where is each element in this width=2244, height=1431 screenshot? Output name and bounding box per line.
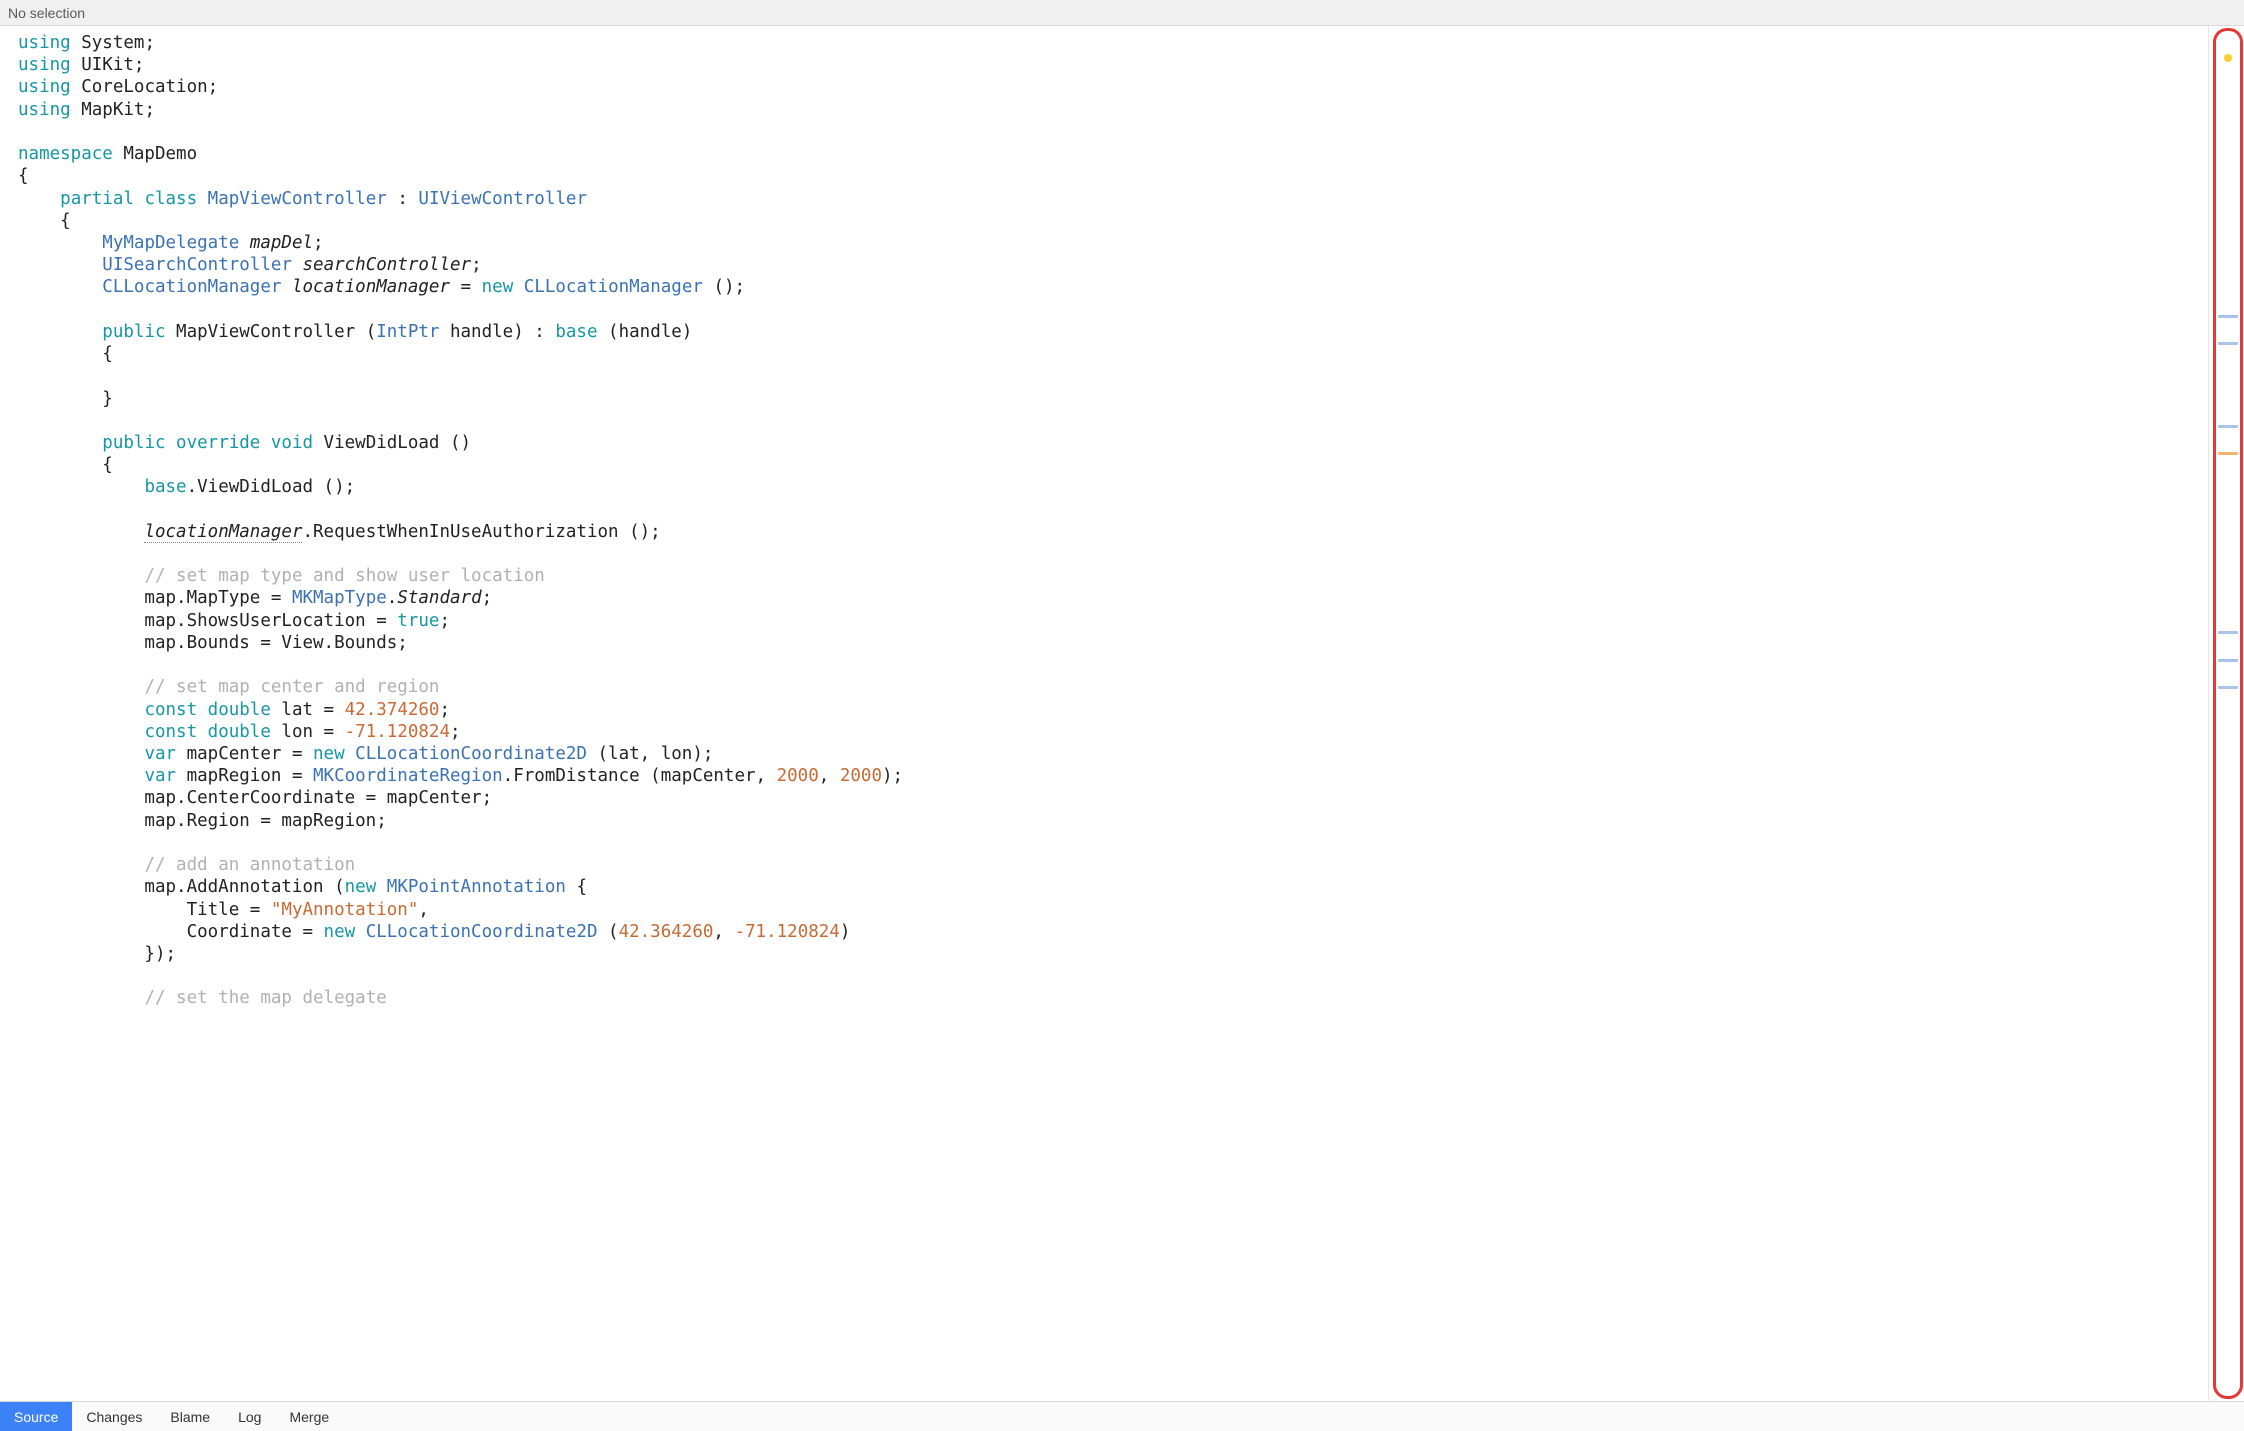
- bottom-tab-bar: SourceChangesBlameLogMerge: [0, 1401, 2244, 1431]
- code-line[interactable]: MyMapDelegate mapDel;: [18, 232, 2208, 254]
- code-line[interactable]: using UIKit;: [18, 54, 2208, 76]
- code-editor[interactable]: using System;using UIKit;using CoreLocat…: [0, 26, 2208, 1401]
- code-line[interactable]: using System;: [18, 32, 2208, 54]
- code-line[interactable]: map.MapType = MKMapType.Standard;: [18, 587, 2208, 609]
- code-line[interactable]: // set map type and show user location: [18, 565, 2208, 587]
- minimap-marker[interactable]: [2218, 686, 2238, 689]
- code-line[interactable]: [18, 410, 2208, 432]
- minimap-marker[interactable]: [2218, 659, 2238, 662]
- minimap-marker[interactable]: [2218, 315, 2238, 318]
- code-line[interactable]: [18, 299, 2208, 321]
- code-line[interactable]: [18, 365, 2208, 387]
- code-line[interactable]: {: [18, 454, 2208, 476]
- code-line[interactable]: var mapCenter = new CLLocationCoordinate…: [18, 743, 2208, 765]
- main-area: using System;using UIKit;using CoreLocat…: [0, 26, 2244, 1401]
- code-line[interactable]: const double lat = 42.374260;: [18, 699, 2208, 721]
- code-line[interactable]: }: [18, 388, 2208, 410]
- scroll-minimap[interactable]: [2208, 26, 2244, 1401]
- minimap-marker[interactable]: [2218, 425, 2238, 428]
- code-line[interactable]: Title = "MyAnnotation",: [18, 899, 2208, 921]
- red-highlight-annotation: [2213, 28, 2243, 1399]
- code-line[interactable]: [18, 654, 2208, 676]
- code-line[interactable]: [18, 499, 2208, 521]
- minimap-marker[interactable]: [2224, 54, 2232, 62]
- code-line[interactable]: [18, 965, 2208, 987]
- minimap-marker[interactable]: [2218, 631, 2238, 634]
- code-line[interactable]: Coordinate = new CLLocationCoordinate2D …: [18, 921, 2208, 943]
- code-line[interactable]: {: [18, 343, 2208, 365]
- code-line[interactable]: map.CenterCoordinate = mapCenter;: [18, 787, 2208, 809]
- code-line[interactable]: [18, 121, 2208, 143]
- code-line[interactable]: map.ShowsUserLocation = true;: [18, 610, 2208, 632]
- breadcrumb-bar[interactable]: No selection: [0, 0, 2244, 26]
- tab-source[interactable]: Source: [0, 1402, 72, 1431]
- tab-changes[interactable]: Changes: [72, 1402, 156, 1431]
- code-line[interactable]: // set the map delegate: [18, 987, 2208, 1009]
- code-line[interactable]: using CoreLocation;: [18, 76, 2208, 98]
- code-line[interactable]: locationManager.RequestWhenInUseAuthoriz…: [18, 521, 2208, 543]
- tab-merge[interactable]: Merge: [275, 1402, 343, 1431]
- code-line[interactable]: });: [18, 943, 2208, 965]
- breadcrumb-text: No selection: [8, 5, 85, 21]
- code-line[interactable]: map.Region = mapRegion;: [18, 810, 2208, 832]
- code-line[interactable]: {: [18, 165, 2208, 187]
- code-line[interactable]: CLLocationManager locationManager = new …: [18, 276, 2208, 298]
- code-line[interactable]: UISearchController searchController;: [18, 254, 2208, 276]
- minimap-marker[interactable]: [2218, 342, 2238, 345]
- code-line[interactable]: [18, 832, 2208, 854]
- code-line[interactable]: var mapRegion = MKCoordinateRegion.FromD…: [18, 765, 2208, 787]
- code-line[interactable]: // add an annotation: [18, 854, 2208, 876]
- code-line[interactable]: const double lon = -71.120824;: [18, 721, 2208, 743]
- code-line[interactable]: base.ViewDidLoad ();: [18, 476, 2208, 498]
- code-line[interactable]: {: [18, 210, 2208, 232]
- code-line[interactable]: [18, 543, 2208, 565]
- code-line[interactable]: public MapViewController (IntPtr handle)…: [18, 321, 2208, 343]
- tab-log[interactable]: Log: [224, 1402, 275, 1431]
- code-line[interactable]: namespace MapDemo: [18, 143, 2208, 165]
- code-line[interactable]: public override void ViewDidLoad (): [18, 432, 2208, 454]
- code-line[interactable]: using MapKit;: [18, 99, 2208, 121]
- tab-blame[interactable]: Blame: [156, 1402, 224, 1431]
- code-line[interactable]: partial class MapViewController : UIView…: [18, 188, 2208, 210]
- code-line[interactable]: map.Bounds = View.Bounds;: [18, 632, 2208, 654]
- code-line[interactable]: // set map center and region: [18, 676, 2208, 698]
- code-line[interactable]: map.AddAnnotation (new MKPointAnnotation…: [18, 876, 2208, 898]
- minimap-marker[interactable]: [2218, 452, 2238, 455]
